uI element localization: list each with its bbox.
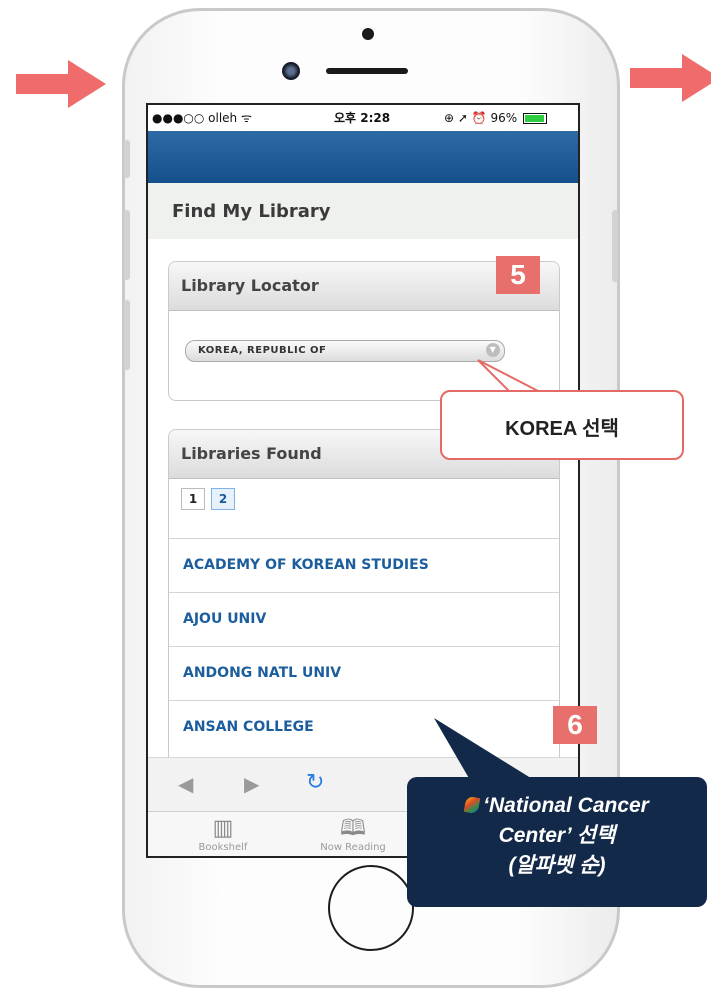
- home-button[interactable]: [328, 865, 414, 951]
- proximity-sensor: [362, 28, 374, 40]
- library-link[interactable]: ACADEMY OF KOREAN STUDIES: [183, 557, 429, 573]
- page-button-2[interactable]: 2: [211, 488, 235, 510]
- library-link[interactable]: ANSAN COLLEGE: [183, 719, 314, 735]
- country-select-value: KOREA, REPUBLIC OF: [198, 345, 327, 356]
- callout-cancer-line3: (알파벳 순): [508, 854, 606, 877]
- leaf-logo-icon: [463, 795, 481, 815]
- tab-bookshelf-label: Bookshelf: [198, 842, 248, 853]
- volume-up-button: [124, 210, 130, 280]
- callout-cancer-pointer: [434, 718, 534, 780]
- reload-icon[interactable]: ↻: [306, 770, 324, 795]
- status-right: ⊕ ➚ ⏰ 96%: [444, 105, 547, 131]
- callout-cancer-line2: Center’ 선택: [498, 824, 616, 847]
- library-locator-title: Library Locator: [181, 276, 319, 295]
- tab-now-reading-label: Now Reading: [320, 842, 386, 853]
- library-link[interactable]: ANDONG NATL UNIV: [183, 665, 341, 681]
- back-arrow-icon[interactable]: ◀: [178, 772, 193, 796]
- mute-switch: [124, 140, 130, 178]
- callout-korea-text: KOREA 선택: [505, 418, 619, 440]
- status-bar: ●●●○○ olleh ᯤ 오후 2:28 ⊕ ➚ ⏰ 96%: [148, 105, 578, 131]
- callout-cancer-line1: ‘National Cancer: [483, 794, 649, 817]
- pointer-arrow-left: [16, 60, 106, 108]
- chevron-down-icon: ▼: [486, 343, 500, 357]
- earpiece-speaker: [326, 68, 408, 74]
- carrier-signal: ●●●○○ olleh ᯤ: [152, 111, 252, 125]
- status-time: 오후 2:28: [334, 111, 391, 125]
- power-button: [612, 210, 618, 282]
- open-book-icon: 🕮: [340, 816, 366, 841]
- forward-arrow-icon[interactable]: ▶: [244, 772, 259, 796]
- volume-down-button: [124, 300, 130, 370]
- page-title: Find My Library: [172, 201, 331, 222]
- tab-bookshelf[interactable]: ▥ Bookshelf: [178, 816, 268, 853]
- list-item[interactable]: ACADEMY OF KOREAN STUDIES: [169, 538, 559, 593]
- page-button-1[interactable]: 1: [181, 488, 205, 510]
- step-6-badge: 6: [553, 706, 597, 744]
- callout-cancer-center: ‘National Cancer Center’ 선택 (알파벳 순): [407, 777, 707, 907]
- status-icons: ⊕ ➚ ⏰ 96%: [444, 111, 518, 125]
- country-select[interactable]: KOREA, REPUBLIC OF ▼: [185, 340, 505, 362]
- tab-now-reading[interactable]: 🕮 Now Reading: [308, 816, 398, 853]
- app-header-bar: [148, 131, 578, 183]
- library-link[interactable]: AJOU UNIV: [183, 611, 266, 627]
- pointer-arrow-right: [630, 54, 711, 102]
- callout-korea: KOREA 선택: [440, 390, 684, 460]
- list-item[interactable]: AJOU UNIV: [169, 592, 559, 647]
- battery-icon: [523, 113, 547, 124]
- libraries-found-title: Libraries Found: [181, 444, 322, 463]
- front-camera: [282, 62, 300, 80]
- bookshelf-icon: ▥: [212, 816, 234, 841]
- list-item[interactable]: ANDONG NATL UNIV: [169, 646, 559, 701]
- step-5-badge: 5: [496, 256, 540, 294]
